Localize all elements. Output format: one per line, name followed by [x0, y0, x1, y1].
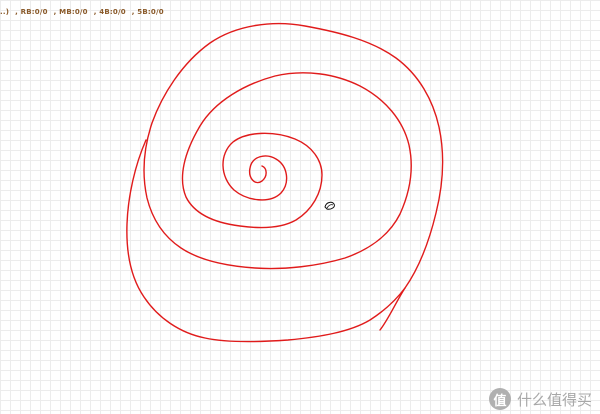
drawing-canvas[interactable] [0, 0, 600, 414]
spiral-stroke [143, 22, 444, 331]
watermark-text: 什么值得买 [516, 390, 592, 409]
mouse-pointer-icon [324, 201, 335, 210]
watermark: 值 什么值得买 [488, 388, 592, 410]
watermark-logo-icon: 值 [488, 388, 511, 410]
